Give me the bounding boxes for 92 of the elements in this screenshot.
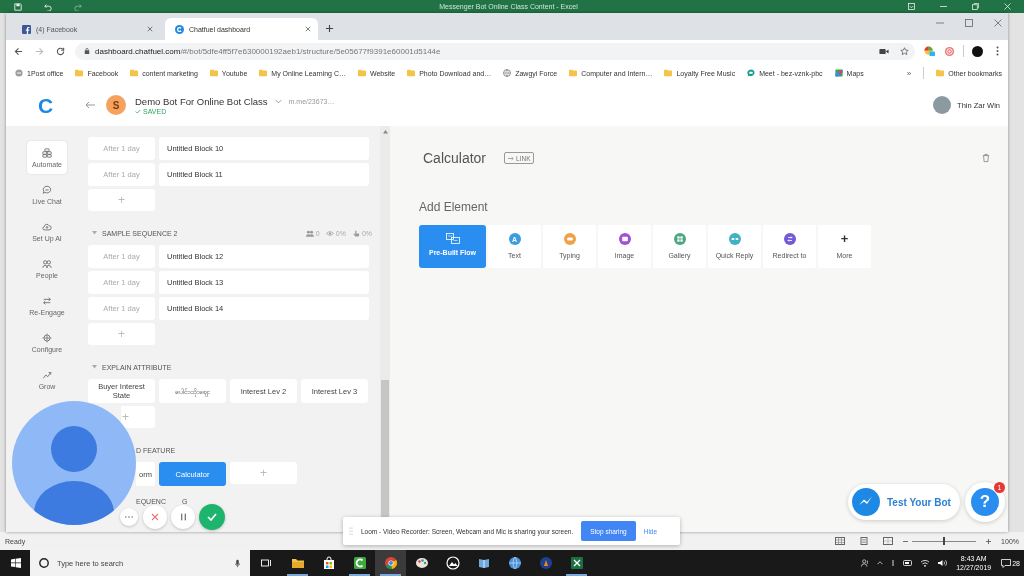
people-icon (42, 258, 52, 269)
profile-avatar-icon[interactable] (972, 45, 983, 57)
speech-bubble-icon (1001, 558, 1012, 568)
block-title[interactable]: Calculator (423, 150, 487, 166)
target-icon[interactable] (944, 45, 955, 57)
eye-icon (325, 229, 334, 237)
bot-name[interactable]: Demo Bot For Online Bot Class (135, 95, 268, 107)
minimize-icon[interactable] (940, 3, 947, 10)
chat-bolt-icon (852, 488, 880, 516)
user-photo-placeholder[interactable] (933, 96, 952, 114)
more-bookmarks-button[interactable]: » (906, 68, 912, 78)
pointing-hand-icon (351, 229, 360, 237)
shopping-bag-icon (321, 556, 336, 570)
speech-bubble-icon (747, 69, 756, 77)
check-icon (207, 513, 217, 521)
page-break-view-icon[interactable] (883, 537, 894, 545)
cloud-icon (42, 221, 52, 232)
maximize-icon[interactable] (965, 19, 973, 27)
folder-icon (936, 69, 945, 77)
extension-icon[interactable] (924, 45, 935, 57)
chat-bubble-icon (42, 184, 52, 195)
redo-icon[interactable] (74, 2, 82, 11)
pause-icon (180, 513, 186, 521)
taskbar-button[interactable] (375, 550, 406, 576)
close-icon[interactable] (147, 26, 153, 32)
volume-icon[interactable] (937, 559, 948, 567)
save-icon[interactable] (14, 2, 22, 11)
restore-icon[interactable] (972, 3, 979, 10)
folder-icon (664, 69, 673, 77)
lock-icon (84, 47, 90, 55)
slider-thumb[interactable] (943, 537, 946, 545)
microphone-icon[interactable] (235, 558, 240, 568)
folder-icon (75, 69, 84, 77)
close-icon[interactable] (994, 19, 1002, 27)
folder-icon (407, 69, 416, 77)
book-icon (476, 556, 491, 570)
battery-icon[interactable] (903, 559, 914, 567)
globe-icon (507, 556, 522, 570)
cone-icon (538, 556, 553, 570)
spreadsheet-icon (569, 556, 584, 570)
arrow-icon (508, 155, 515, 161)
globe-icon (503, 69, 512, 77)
c-logo-icon (175, 24, 184, 34)
close-icon[interactable] (305, 26, 311, 32)
app-logo[interactable]: C (37, 94, 54, 116)
address-field[interactable]: dashboard.chatfuel.com/#/bot/5dfe4ff5f7e630000192aeb1/structure/5e05677f9391e60001d5144e (75, 42, 915, 60)
section-heading: Add Element (419, 200, 488, 214)
chart-line-icon (42, 369, 52, 380)
folder-icon (130, 69, 139, 77)
arc-tile-icon (352, 556, 367, 570)
caret-up-icon[interactable] (877, 560, 884, 566)
disc-icon (15, 69, 23, 77)
folder-icon (569, 69, 578, 77)
folder-icon (358, 69, 366, 77)
indicator-icon[interactable] (890, 560, 897, 566)
settings-icon (42, 332, 52, 343)
browser-icon (383, 556, 398, 570)
task-view-icon[interactable] (261, 558, 272, 568)
swap-arrows-icon (42, 295, 52, 306)
palette-icon (414, 556, 429, 570)
flow-icon (445, 233, 460, 244)
close-icon (151, 513, 159, 521)
people-icon[interactable] (860, 559, 871, 567)
boxes-icon (42, 147, 52, 158)
folder-icon (259, 69, 268, 77)
page-view-icon[interactable] (859, 537, 870, 545)
back-arrow-icon[interactable] (85, 101, 95, 109)
folder-icon (209, 69, 218, 77)
reload-icon[interactable] (56, 46, 65, 56)
folder-icon (290, 556, 305, 570)
map-pin-icon (834, 69, 843, 77)
bot-avatar: S (106, 95, 126, 115)
mountain-icon (445, 556, 460, 570)
minus-icon[interactable] (903, 538, 909, 544)
ring-icon (39, 558, 49, 568)
people-icon (305, 229, 314, 237)
plus-icon[interactable] (325, 24, 334, 33)
star-icon[interactable] (900, 46, 909, 56)
check-icon (135, 108, 141, 114)
f-logo-icon (22, 24, 31, 34)
menu-icon[interactable] (996, 46, 999, 56)
scroll-up-icon[interactable] (382, 130, 388, 134)
wifi-icon[interactable] (920, 559, 931, 567)
video-camera-icon[interactable] (879, 47, 889, 55)
test-bot-button[interactable]: Test Your Bot (848, 484, 960, 520)
plus-icon[interactable] (986, 538, 992, 544)
ribbon-options-icon[interactable] (908, 3, 915, 10)
undo-icon[interactable] (44, 2, 52, 11)
back-icon[interactable] (14, 46, 23, 56)
grid-view-icon[interactable] (835, 537, 846, 545)
trash-icon[interactable] (982, 153, 990, 163)
windows-logo-icon[interactable] (11, 558, 21, 568)
